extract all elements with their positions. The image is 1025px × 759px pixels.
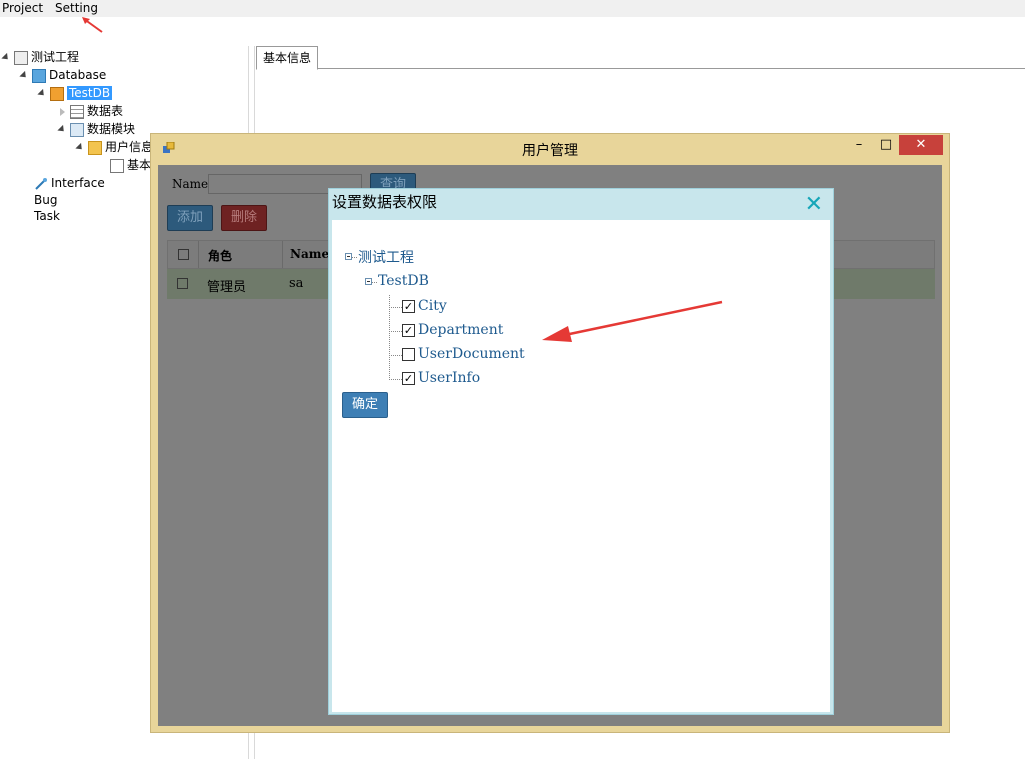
- department-checkbox[interactable]: ✓: [402, 324, 415, 337]
- tree-item-root[interactable]: 测试工程: [1, 48, 79, 66]
- main-tabstrip: 基本信息: [256, 46, 1025, 70]
- close-button[interactable]: ✕: [899, 135, 943, 155]
- tree-item-modules[interactable]: 数据模块: [57, 120, 135, 138]
- dialog-close-icon[interactable]: ✕: [805, 192, 823, 217]
- folder-icon: [88, 140, 102, 155]
- maximize-button[interactable]: □: [871, 135, 901, 155]
- tree-item-tables[interactable]: 数据表: [60, 102, 123, 120]
- row-checkbox[interactable]: [177, 278, 188, 289]
- tree-item-task[interactable]: Task: [34, 207, 60, 225]
- userdocument-checkbox[interactable]: [402, 348, 415, 361]
- menu-setting[interactable]: Setting: [55, 1, 98, 15]
- expand-icon[interactable]: [57, 124, 67, 135]
- minimize-button[interactable]: –: [844, 135, 874, 155]
- add-button[interactable]: 添加: [167, 205, 213, 231]
- ok-button[interactable]: 确定: [342, 392, 388, 418]
- database-icon: [32, 68, 46, 83]
- column-name[interactable]: Name: [290, 247, 329, 261]
- menu-project[interactable]: Project: [2, 1, 43, 15]
- dialog-title: 设置数据表权限: [332, 193, 438, 211]
- delete-button[interactable]: 删除: [221, 205, 267, 231]
- table-permission-dialog: 设置数据表权限 ✕ 测试工程 TestDB ✓ City ✓ Departmen…: [328, 188, 834, 715]
- column-role[interactable]: 角色: [208, 247, 232, 264]
- expand-icon[interactable]: [1, 52, 11, 63]
- window-titlebar[interactable]: 用户管理 – □ ✕: [151, 134, 949, 164]
- perm-item-department[interactable]: Department: [418, 322, 503, 338]
- dialog-body: 测试工程 TestDB ✓ City ✓ Department UserDocu…: [332, 220, 830, 712]
- expand-icon[interactable]: [19, 70, 29, 81]
- collapse-icon[interactable]: [365, 278, 372, 285]
- table-icon: [70, 104, 84, 119]
- tree-item-testdb[interactable]: TestDB: [37, 84, 113, 102]
- expand-icon[interactable]: [75, 142, 85, 153]
- menu-bar: Project Setting: [0, 0, 1025, 17]
- collapse-icon[interactable]: [345, 253, 352, 260]
- perm-item-userinfo[interactable]: UserInfo: [418, 370, 480, 386]
- perm-item-userdocument[interactable]: UserDocument: [418, 346, 525, 362]
- document-icon: [110, 158, 124, 173]
- row-name: sa: [289, 276, 304, 291]
- userinfo-checkbox[interactable]: ✓: [402, 372, 415, 385]
- annotation-arrow-small: [82, 17, 103, 33]
- module-icon: [70, 122, 84, 137]
- select-all-checkbox[interactable]: [178, 249, 189, 260]
- perm-node-root[interactable]: 测试工程: [358, 247, 414, 267]
- perm-node-testdb[interactable]: TestDB: [378, 273, 429, 289]
- tree-item-database[interactable]: Database: [19, 66, 106, 84]
- row-role: 管理员: [207, 280, 247, 295]
- annotation-arrow: [542, 300, 723, 342]
- city-checkbox[interactable]: ✓: [402, 300, 415, 313]
- tab-basic-info[interactable]: 基本信息: [256, 46, 319, 70]
- collapse-icon[interactable]: [60, 107, 65, 116]
- window-title: 用户管理: [522, 143, 578, 159]
- tree-item-interface[interactable]: Interface: [34, 174, 105, 192]
- project-icon: [14, 50, 28, 65]
- tree-item-basic[interactable]: 基本: [110, 156, 151, 174]
- name-label: Name: [172, 177, 209, 191]
- db-instance-icon: [50, 86, 64, 101]
- tree-item-userinfo[interactable]: 用户信息: [75, 138, 153, 156]
- perm-item-city[interactable]: City: [418, 298, 447, 314]
- expand-icon[interactable]: [37, 88, 47, 99]
- plug-icon: [34, 177, 48, 191]
